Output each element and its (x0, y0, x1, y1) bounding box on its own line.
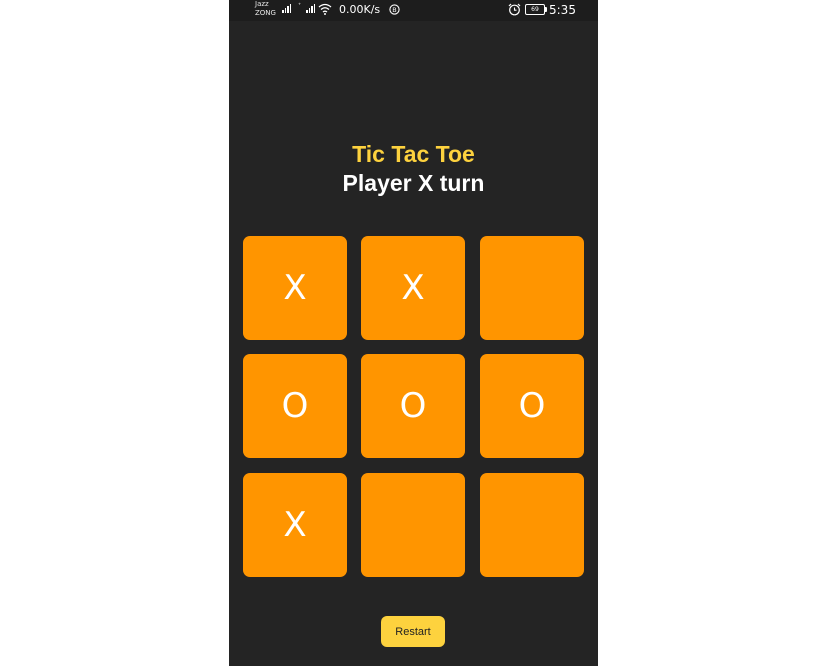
game-board: X X O O O X (243, 236, 584, 577)
status-bar: Jazz ZONG ⁺ 0.00K/s B 69 5:35 (229, 0, 598, 21)
signal-2-icon (306, 4, 315, 13)
network-speed: 0.00K/s (339, 3, 381, 16)
board-cell-2[interactable]: X (361, 236, 465, 340)
board-cell-8[interactable] (361, 473, 465, 577)
turn-indicator: Player X turn (342, 170, 485, 196)
carrier-bottom: ZONG (255, 9, 276, 17)
carrier-top: Jazz (255, 0, 269, 8)
carrier-labels: Jazz ZONG (255, 0, 276, 18)
network-type-1: ⁺ (298, 2, 302, 9)
board-cell-7[interactable]: X (243, 473, 347, 577)
game-title: Tic Tac Toe (352, 141, 475, 167)
board-cell-5[interactable]: O (361, 354, 465, 458)
alarm-icon (508, 3, 521, 16)
svg-text:B: B (392, 6, 396, 14)
board-cell-1[interactable]: X (243, 236, 347, 340)
board-cell-9[interactable] (480, 473, 584, 577)
status-time: 5:35 (549, 3, 576, 17)
board-cell-4[interactable]: O (243, 354, 347, 458)
battery-icon: 69 (525, 4, 547, 15)
phone-screen: Jazz ZONG ⁺ 0.00K/s B 69 5:35 Tic Tac To… (229, 0, 598, 666)
board-cell-6[interactable]: O (480, 354, 584, 458)
board-cell-3[interactable] (480, 236, 584, 340)
signal-1-icon (282, 4, 291, 13)
restart-button[interactable]: Restart (381, 616, 445, 647)
battery-level: 69 (531, 6, 539, 13)
wifi-icon (318, 3, 332, 15)
data-saver-icon: B (389, 4, 400, 15)
